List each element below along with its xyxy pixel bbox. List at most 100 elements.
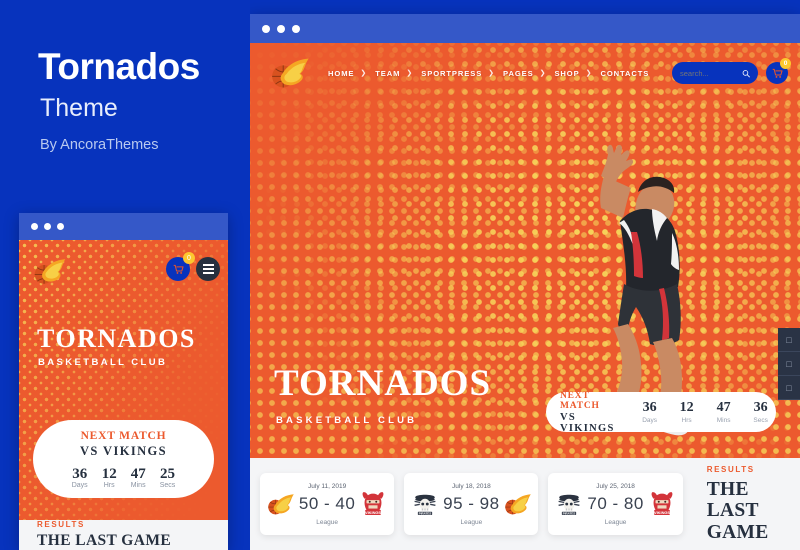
mobile-titlebar <box>19 213 228 240</box>
countdown-item: 12 Hrs <box>102 466 117 489</box>
twitter-icon: □ <box>786 358 792 369</box>
results-title: THE LAST GAME <box>707 479 800 542</box>
browser-window: HOME ❯ TEAM ❯ SPORTPRESS ❯ PAGES ❯ SHOP … <box>248 14 800 550</box>
hero-title: TORNADOS <box>274 363 492 404</box>
window-dot-icon[interactable] <box>292 24 300 33</box>
promo-subtitle: Theme <box>40 94 118 122</box>
tornados-logo-icon[interactable] <box>33 256 67 286</box>
mobile-results-kicker: RESULTS <box>37 520 85 529</box>
promo-author: By AncoraThemes <box>40 137 159 153</box>
countdown-item: 36 Days <box>72 466 88 489</box>
window-dot-icon[interactable] <box>262 24 270 33</box>
result-date: July 25, 2018 <box>596 482 635 490</box>
countdown-label: Mins <box>130 481 146 489</box>
countdown-item: 36 Days <box>637 399 663 424</box>
nav-menu: HOME ❯ TEAM ❯ SPORTPRESS ❯ PAGES ❯ SHOP … <box>328 69 649 78</box>
result-row: PIRATES 70 - 80 VIKINGS <box>555 491 675 517</box>
nav-item-sportpress[interactable]: SPORTPRESS <box>421 69 482 78</box>
countdown-opponent: VS VIKINGS <box>560 411 615 434</box>
result-card[interactable]: July 11, 2019 50 - 40 VIKINGS League <box>260 473 395 535</box>
pirates-logo-icon: PIRATES <box>414 494 436 515</box>
countdown-item: 47 Mins <box>711 399 737 424</box>
nav-item-team[interactable]: TEAM <box>375 69 400 78</box>
header-actions: 0 <box>672 58 791 84</box>
hero-section: HOME ❯ TEAM ❯ SPORTPRESS ❯ PAGES ❯ SHOP … <box>248 43 800 458</box>
result-league: League <box>460 518 483 526</box>
countdown-value: 47 <box>716 399 731 415</box>
svg-text:PIRATES: PIRATES <box>419 511 431 515</box>
result-date: July 18, 2018 <box>452 482 491 490</box>
countdown-value: 47 <box>130 465 146 482</box>
mobile-countdown-card: NEXT MATCH VS VIKINGS 36 Days 12 Hrs 47 … <box>33 420 214 498</box>
cart-area: 0 <box>766 58 791 84</box>
pirates-logo-icon: PIRATES <box>558 494 580 515</box>
search-box[interactable] <box>672 62 758 84</box>
mobile-countdown-items: 36 Days 12 Hrs 47 Mins 25 Secs <box>72 466 176 489</box>
results-title-line1: THE LAST <box>706 479 759 522</box>
mobile-hero-subtitle: BASKETBALL CLUB <box>38 357 168 368</box>
result-card[interactable]: July 18, 2018 PIRATES 95 - 98 League <box>404 473 539 535</box>
social-facebook-button[interactable]: □ <box>778 328 800 352</box>
result-score: 70 - 80 <box>587 493 644 513</box>
chevron-right-icon: ❯ <box>488 70 495 77</box>
countdown-value: 12 <box>679 399 694 415</box>
social-instagram-button[interactable]: □ <box>778 376 800 400</box>
promo-panel: Tornados Theme By AncoraThemes 0 TORNADO… <box>0 0 250 550</box>
cart-badge: 0 <box>780 58 791 69</box>
svg-text:VIKINGS: VIKINGS <box>365 509 381 514</box>
tornados-logo-icon[interactable] <box>270 56 310 90</box>
hamburger-line-icon <box>202 272 214 274</box>
facebook-icon: □ <box>786 334 792 345</box>
countdown-value: 36 <box>72 465 88 482</box>
vikings-logo-icon: VIKINGS <box>651 491 673 515</box>
result-score: 50 - 40 <box>298 493 356 513</box>
results-title-line2: GAME <box>706 521 769 543</box>
countdown-label: Secs <box>159 481 176 489</box>
nav-item-home[interactable]: HOME <box>328 69 354 78</box>
countdown-label: Hrs <box>103 481 115 489</box>
search-icon[interactable] <box>742 69 750 78</box>
results-kicker: RESULTS <box>706 465 755 475</box>
tornados-logo-icon <box>268 493 294 514</box>
countdown-label: Days <box>71 481 88 489</box>
result-league: League <box>604 518 627 526</box>
result-card[interactable]: July 25, 2018 PIRATES 70 - 80 VIKINGS Le… <box>548 473 683 535</box>
mobile-countdown-opponent: VS VIKINGS <box>79 443 168 458</box>
window-dot-icon[interactable] <box>277 24 285 33</box>
social-sidebar: □ □ □ <box>778 328 800 400</box>
next-match-countdown: NEXT MATCH VS VIKINGS 36 Days 12 Hrs 47 … <box>546 391 776 434</box>
hamburger-line-icon <box>202 268 214 270</box>
social-twitter-button[interactable]: □ <box>778 352 800 376</box>
mobile-cart-badge: 0 <box>183 252 195 264</box>
result-league: League <box>316 518 338 526</box>
chevron-right-icon: ❯ <box>360 70 367 77</box>
search-input[interactable] <box>680 68 742 78</box>
result-row: 50 - 40 VIKINGS <box>267 491 387 517</box>
countdown-label: Hrs <box>681 416 692 424</box>
countdown-item: 25 Secs <box>160 466 176 489</box>
nav-item-contacts[interactable]: CONTACTS <box>600 69 649 78</box>
window-dot-icon <box>44 223 51 230</box>
countdown-label: Secs <box>753 416 768 424</box>
countdown-value: 36 <box>753 399 768 415</box>
instagram-icon: □ <box>786 382 792 393</box>
countdown-value: 36 <box>642 399 657 415</box>
chevron-right-icon: ❯ <box>406 70 413 77</box>
mobile-menu-button[interactable] <box>196 257 220 281</box>
mobile-hero: 0 TORNADOS BASKETBALL CLUB NEXT MATCH VS… <box>19 240 228 520</box>
tornados-logo-icon <box>504 493 531 514</box>
results-section: July 11, 2019 50 - 40 VIKINGS League Jul… <box>248 458 800 550</box>
chevron-right-icon: ❯ <box>539 70 546 77</box>
mobile-results-title: THE LAST GAME <box>37 532 172 549</box>
nav-item-shop[interactable]: SHOP <box>554 69 579 78</box>
countdown-item: 12 Hrs <box>674 399 700 424</box>
results-heading: RESULTS THE LAST GAME <box>707 465 800 542</box>
svg-text:VIKINGS: VIKINGS <box>654 509 670 514</box>
countdown-value: 12 <box>101 465 117 482</box>
countdown-label: Mins <box>716 416 731 424</box>
nav-item-pages[interactable]: PAGES <box>503 69 534 78</box>
countdown-label: Days <box>642 416 658 424</box>
hero-subtitle: BASKETBALL CLUB <box>276 415 418 426</box>
mobile-hero-title: TORNADOS <box>37 324 196 353</box>
chevron-right-icon: ❯ <box>585 70 592 77</box>
